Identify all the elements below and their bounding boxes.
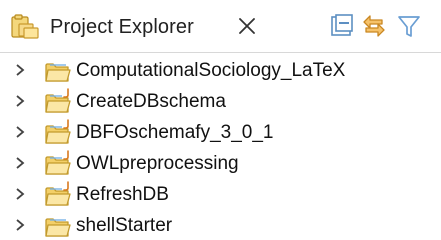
view-title: Project Explorer [50, 16, 194, 38]
project-explorer-view: Project Explorer ComputationalSociology_… [0, 0, 441, 240]
tree-item-project[interactable]: OWLpreprocessing [0, 148, 441, 179]
project-folder-icon [45, 218, 71, 237]
project-name: DBFOschemafy_3_0_1 [76, 122, 274, 143]
tree-item-project[interactable]: CreateDBschema [0, 86, 441, 117]
project-name: OWLpreprocessing [76, 153, 239, 174]
tree-item-project[interactable]: ComputationalSociology_LaTeX [0, 55, 441, 86]
java-project-folder-icon [45, 150, 71, 175]
tree-item-project[interactable]: shellStarter [0, 210, 441, 240]
tree-item-project[interactable]: DBFOschemafy_3_0_1 [0, 117, 441, 148]
tree-item-project[interactable]: RefreshDB [0, 179, 441, 210]
filter-icon[interactable] [395, 12, 423, 40]
chevron-right-icon[interactable] [14, 156, 26, 170]
chevron-right-icon[interactable] [14, 218, 26, 232]
divider [0, 52, 441, 53]
collapse-all-icon[interactable] [328, 12, 356, 40]
project-name: shellStarter [76, 215, 173, 236]
chevron-right-icon[interactable] [14, 94, 26, 108]
link-with-editor-icon[interactable] [360, 12, 388, 40]
project-name: ComputationalSociology_LaTeX [76, 60, 346, 81]
java-project-folder-icon [45, 119, 71, 144]
java-project-folder-icon [45, 88, 71, 113]
project-explorer-icon [11, 14, 39, 39]
chevron-right-icon[interactable] [14, 63, 26, 77]
project-name: CreateDBschema [76, 91, 226, 112]
java-project-folder-icon [45, 181, 71, 206]
view-tab-bar: Project Explorer [0, 0, 441, 52]
close-icon[interactable] [236, 15, 258, 37]
project-folder-icon [45, 63, 71, 82]
chevron-right-icon[interactable] [14, 125, 26, 139]
project-name: RefreshDB [76, 184, 169, 205]
chevron-right-icon[interactable] [14, 187, 26, 201]
